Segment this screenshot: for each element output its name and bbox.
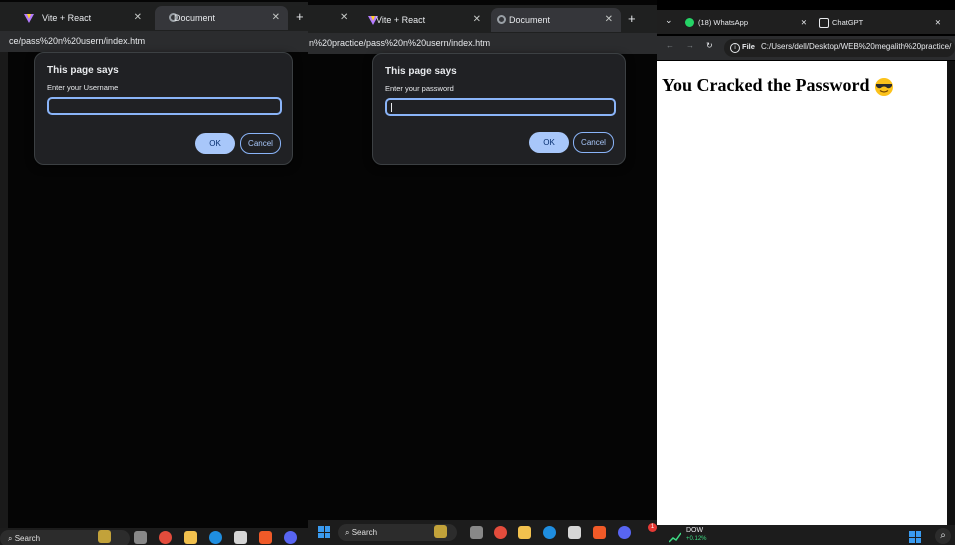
ticker-change: +0.12% xyxy=(686,536,707,542)
tab-label: Vite + React xyxy=(376,15,426,25)
new-tab-button[interactable]: + xyxy=(296,9,304,24)
tab-label: Document xyxy=(509,15,551,25)
page-content: You Cracked the Password xyxy=(657,61,947,525)
prompt-dialog: This page says Enter your Username OK Ca… xyxy=(34,52,293,165)
tab-vite-react[interactable]: Vite + React ✕ xyxy=(354,8,489,32)
tab-search-chevron-icon[interactable]: ⌄ xyxy=(665,15,673,26)
tab-document[interactable]: Document ✕ xyxy=(491,8,621,32)
address-bar[interactable]: i File C:/Users/dell/Desktop/WEB%20megal… xyxy=(724,39,955,57)
tab-vite-react[interactable]: Vite + React ✕ xyxy=(10,6,150,30)
address-bar[interactable]: n%20practice/pass%20n%20usern/index.htm xyxy=(308,33,657,54)
url-text: C:/Users/dell/Desktop/WEB%20megalith%20p… xyxy=(761,42,952,51)
brave-icon[interactable] xyxy=(593,526,606,539)
chrome-icon[interactable] xyxy=(159,531,172,544)
chrome-icon[interactable] xyxy=(494,526,507,539)
dialog-title: This page says xyxy=(47,65,119,76)
close-icon[interactable]: ✕ xyxy=(935,14,941,32)
back-icon[interactable]: ← xyxy=(666,41,674,50)
taskbar: ⌕ Search xyxy=(0,528,308,545)
scrollbar[interactable] xyxy=(947,61,955,525)
dialog-title: This page says xyxy=(385,66,457,77)
window-edge xyxy=(0,52,8,538)
dialog-message: Enter your Username xyxy=(47,83,119,92)
folder-icon[interactable] xyxy=(518,526,531,539)
new-tab-button[interactable]: + xyxy=(628,11,636,26)
vite-icon xyxy=(24,14,34,23)
search-label: Search xyxy=(14,534,41,543)
search-icon: ⌕ xyxy=(8,534,13,543)
whatsapp-icon xyxy=(685,18,694,27)
cancel-button[interactable]: Cancel xyxy=(573,132,614,153)
windows-start-icon[interactable] xyxy=(909,531,921,543)
tab-strip: Vite + React ✕ Document ✕ + xyxy=(0,2,308,33)
prompt-dialog: This page says Enter your password OK Ca… xyxy=(372,53,626,165)
browser-window-1: Vite + React ✕ Document ✕ + ce/pass%20n%… xyxy=(0,0,308,545)
edge-icon[interactable] xyxy=(209,531,222,544)
tab-document[interactable]: Document ✕ xyxy=(155,6,288,30)
close-icon[interactable]: ✕ xyxy=(473,8,481,32)
tab-strip: ⌄ (18) WhatsApp ✕ ChatGPT ✕ xyxy=(657,10,955,34)
edge-icon[interactable] xyxy=(543,526,556,539)
taskbar: DOW +0.12% ⌕ xyxy=(657,525,955,545)
browser-toolbar: ← → ↻ i File C:/Users/dell/Desktop/WEB%2… xyxy=(657,36,955,60)
close-icon[interactable]: ✕ xyxy=(134,6,142,30)
address-bar[interactable]: ce/pass%20n%20usern/index.htm xyxy=(0,31,308,52)
close-icon[interactable]: ✕ xyxy=(340,12,348,23)
weather-icon xyxy=(434,525,447,538)
sunglasses-emoji-icon xyxy=(875,77,894,96)
task-view-icon[interactable] xyxy=(134,531,147,544)
ok-button[interactable]: OK xyxy=(529,132,569,153)
dialog-message: Enter your password xyxy=(385,84,454,93)
windows-start-icon[interactable] xyxy=(318,526,330,538)
taskbar: ⌕ Search 1 xyxy=(308,520,657,545)
file-label: File xyxy=(742,42,755,51)
url-text: ce/pass%20n%20usern/index.htm xyxy=(9,36,146,46)
chatgpt-icon xyxy=(819,18,829,28)
tab-label: (18) WhatsApp xyxy=(698,18,749,27)
info-icon[interactable]: i xyxy=(730,43,740,53)
password-input[interactable] xyxy=(385,98,616,116)
forward-icon[interactable]: → xyxy=(686,41,694,50)
search-label: Search xyxy=(351,528,378,537)
brave-icon[interactable] xyxy=(259,531,272,544)
url-text: n%20practice/pass%20n%20usern/index.htm xyxy=(309,38,491,48)
loading-icon xyxy=(497,15,506,24)
tab-label: Document xyxy=(174,13,216,23)
username-input[interactable] xyxy=(47,97,282,115)
cancel-button[interactable]: Cancel xyxy=(240,133,281,154)
browser-window-2: ✕ Vite + React ✕ Document ✕ + n%20practi… xyxy=(308,0,657,545)
tab-whatsapp[interactable]: (18) WhatsApp ✕ xyxy=(683,14,807,32)
tab-chatgpt[interactable]: ChatGPT ✕ xyxy=(817,14,941,32)
text-caret xyxy=(391,103,392,112)
search-icon[interactable]: ⌕ xyxy=(935,528,951,544)
browser-window-3: ⌄ (18) WhatsApp ✕ ChatGPT ✕ ← → ↻ i File… xyxy=(657,0,955,545)
discord-icon[interactable] xyxy=(284,531,297,544)
search-icon: ⌕ xyxy=(345,528,350,537)
tab-strip: ✕ Vite + React ✕ Document ✕ + xyxy=(308,5,657,36)
ok-button[interactable]: OK xyxy=(195,133,235,154)
folder-icon[interactable] xyxy=(184,531,197,544)
close-icon[interactable]: ✕ xyxy=(272,6,280,30)
store-icon[interactable] xyxy=(568,526,581,539)
stock-chart-icon xyxy=(669,532,681,543)
weather-icon xyxy=(98,530,111,543)
page-headline: You Cracked the Password xyxy=(662,75,894,97)
task-view-icon[interactable] xyxy=(470,526,483,539)
discord-icon[interactable] xyxy=(618,526,631,539)
notification-badge: 1 xyxy=(648,523,657,532)
ticker-name: DOW xyxy=(686,527,704,534)
headline-text: You Cracked the Password xyxy=(662,75,870,95)
close-icon[interactable]: ✕ xyxy=(801,14,807,32)
tab-label: ChatGPT xyxy=(832,18,864,27)
close-icon[interactable]: ✕ xyxy=(605,8,613,32)
tab-label: Vite + React xyxy=(42,13,92,23)
store-icon[interactable] xyxy=(234,531,247,544)
reload-icon[interactable]: ↻ xyxy=(706,41,713,50)
